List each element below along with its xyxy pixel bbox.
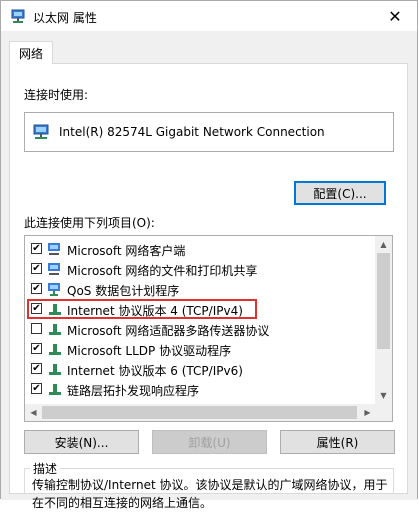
qos-icon: [47, 281, 63, 297]
item-label: Microsoft LLDP 协议驱动程序: [67, 344, 232, 358]
list-item-selected[interactable]: ✔ Internet 协议版本 4 (TCP/IPv4): [25, 299, 375, 319]
adapter-name: Intel(R) 82574L Gigabit Network Connecti…: [59, 125, 325, 139]
scroll-up-icon[interactable]: ▲: [375, 236, 392, 253]
scroll-down-icon[interactable]: ▼: [375, 387, 392, 404]
item-label: QoS 数据包计划程序: [67, 284, 180, 298]
item-label: Microsoft 网络客户端: [67, 244, 186, 258]
adapter-field: Intel(R) 82574L Gigabit Network Connecti…: [24, 112, 394, 152]
item-checkbox[interactable]: ✔: [31, 343, 42, 354]
item-checkbox[interactable]: ✔: [31, 383, 42, 394]
scroll-left-icon[interactable]: ◀: [25, 404, 42, 421]
scroll-thumb[interactable]: [377, 253, 390, 349]
dialog-body: 网络 连接时使用: Intel(R) 82574L Gigabit Networ…: [1, 31, 417, 510]
item-label: Internet 协议版本 6 (TCP/IPv6): [67, 364, 243, 378]
list-item[interactable]: ✔ Microsoft 网络客户端: [25, 239, 375, 259]
network-adapter-icon: [33, 124, 51, 143]
configure-button[interactable]: 配置(C)...: [294, 181, 386, 205]
item-label: 链路层拓扑发现响应程序: [67, 384, 200, 398]
close-icon[interactable]: ✕: [373, 1, 417, 31]
scroll-thumb[interactable]: [42, 406, 357, 419]
client-icon: [47, 241, 63, 257]
item-checkbox[interactable]: ✔: [31, 303, 42, 314]
connect-using-label: 连接时使用:: [24, 88, 89, 102]
items-label: 此连接使用下列项目(O):: [24, 216, 155, 230]
item-checkbox[interactable]: ✔: [31, 283, 42, 294]
vertical-scrollbar[interactable]: ▲ ▼: [375, 236, 392, 404]
protocol-icon: [47, 361, 63, 377]
description-text: 传输控制协议/Internet 协议。该协议是默认的广域网络协议，用于在不同的相…: [32, 478, 388, 510]
item-checkbox[interactable]: [31, 323, 42, 334]
protocol-icon: [47, 381, 63, 397]
protocol-icon: [47, 301, 63, 317]
properties-window: 以太网 属性 ✕ 网络 连接时使用: Intel(R) 82574L Gigab…: [0, 0, 418, 510]
network-adapter-icon: [11, 8, 27, 24]
list-item[interactable]: Microsoft 网络适配器多路传送器协议: [25, 319, 375, 339]
tab-label: 网络: [18, 46, 43, 61]
title-bar[interactable]: 以太网 属性 ✕: [1, 1, 417, 31]
list-item[interactable]: ✔ Internet 协议版本 6 (TCP/IPv6): [25, 359, 375, 379]
properties-button[interactable]: 属性(R): [280, 430, 395, 454]
description-title: 描述: [30, 460, 61, 477]
window-title: 以太网 属性: [33, 11, 97, 25]
file-share-icon: [47, 261, 63, 277]
item-label: Microsoft 网络适配器多路传送器协议: [67, 324, 270, 338]
items-list[interactable]: ✔ Microsoft 网络客户端 ✔ Microsoft 网络的文件和打印机共…: [24, 235, 393, 422]
item-checkbox[interactable]: ✔: [31, 243, 42, 254]
item-checkbox[interactable]: ✔: [31, 363, 42, 374]
uninstall-button[interactable]: 卸载(U): [152, 430, 267, 454]
item-label: Internet 协议版本 4 (TCP/IPv4): [67, 304, 243, 318]
list-item[interactable]: ✔ Microsoft 网络的文件和打印机共享: [25, 259, 375, 279]
scroll-corner: [375, 404, 392, 421]
horizontal-scrollbar[interactable]: ◀ ▶: [25, 404, 376, 421]
scroll-right-icon[interactable]: ▶: [359, 404, 376, 421]
protocol-icon: [47, 341, 63, 357]
install-button[interactable]: 安装(N)...: [24, 430, 139, 454]
item-label: Microsoft 网络的文件和打印机共享: [67, 264, 258, 278]
list-item[interactable]: ✔ Microsoft LLDP 协议驱动程序: [25, 339, 375, 359]
tab-panel: 连接时使用: Intel(R) 82574L Gigabit Network C…: [9, 63, 408, 510]
protocol-icon: [47, 321, 63, 337]
list-item[interactable]: ✔ 链路层拓扑发现响应程序: [25, 379, 375, 399]
list-item[interactable]: ✔ QoS 数据包计划程序: [25, 279, 375, 299]
item-checkbox[interactable]: ✔: [31, 263, 42, 274]
tab-network[interactable]: 网络: [9, 41, 53, 64]
